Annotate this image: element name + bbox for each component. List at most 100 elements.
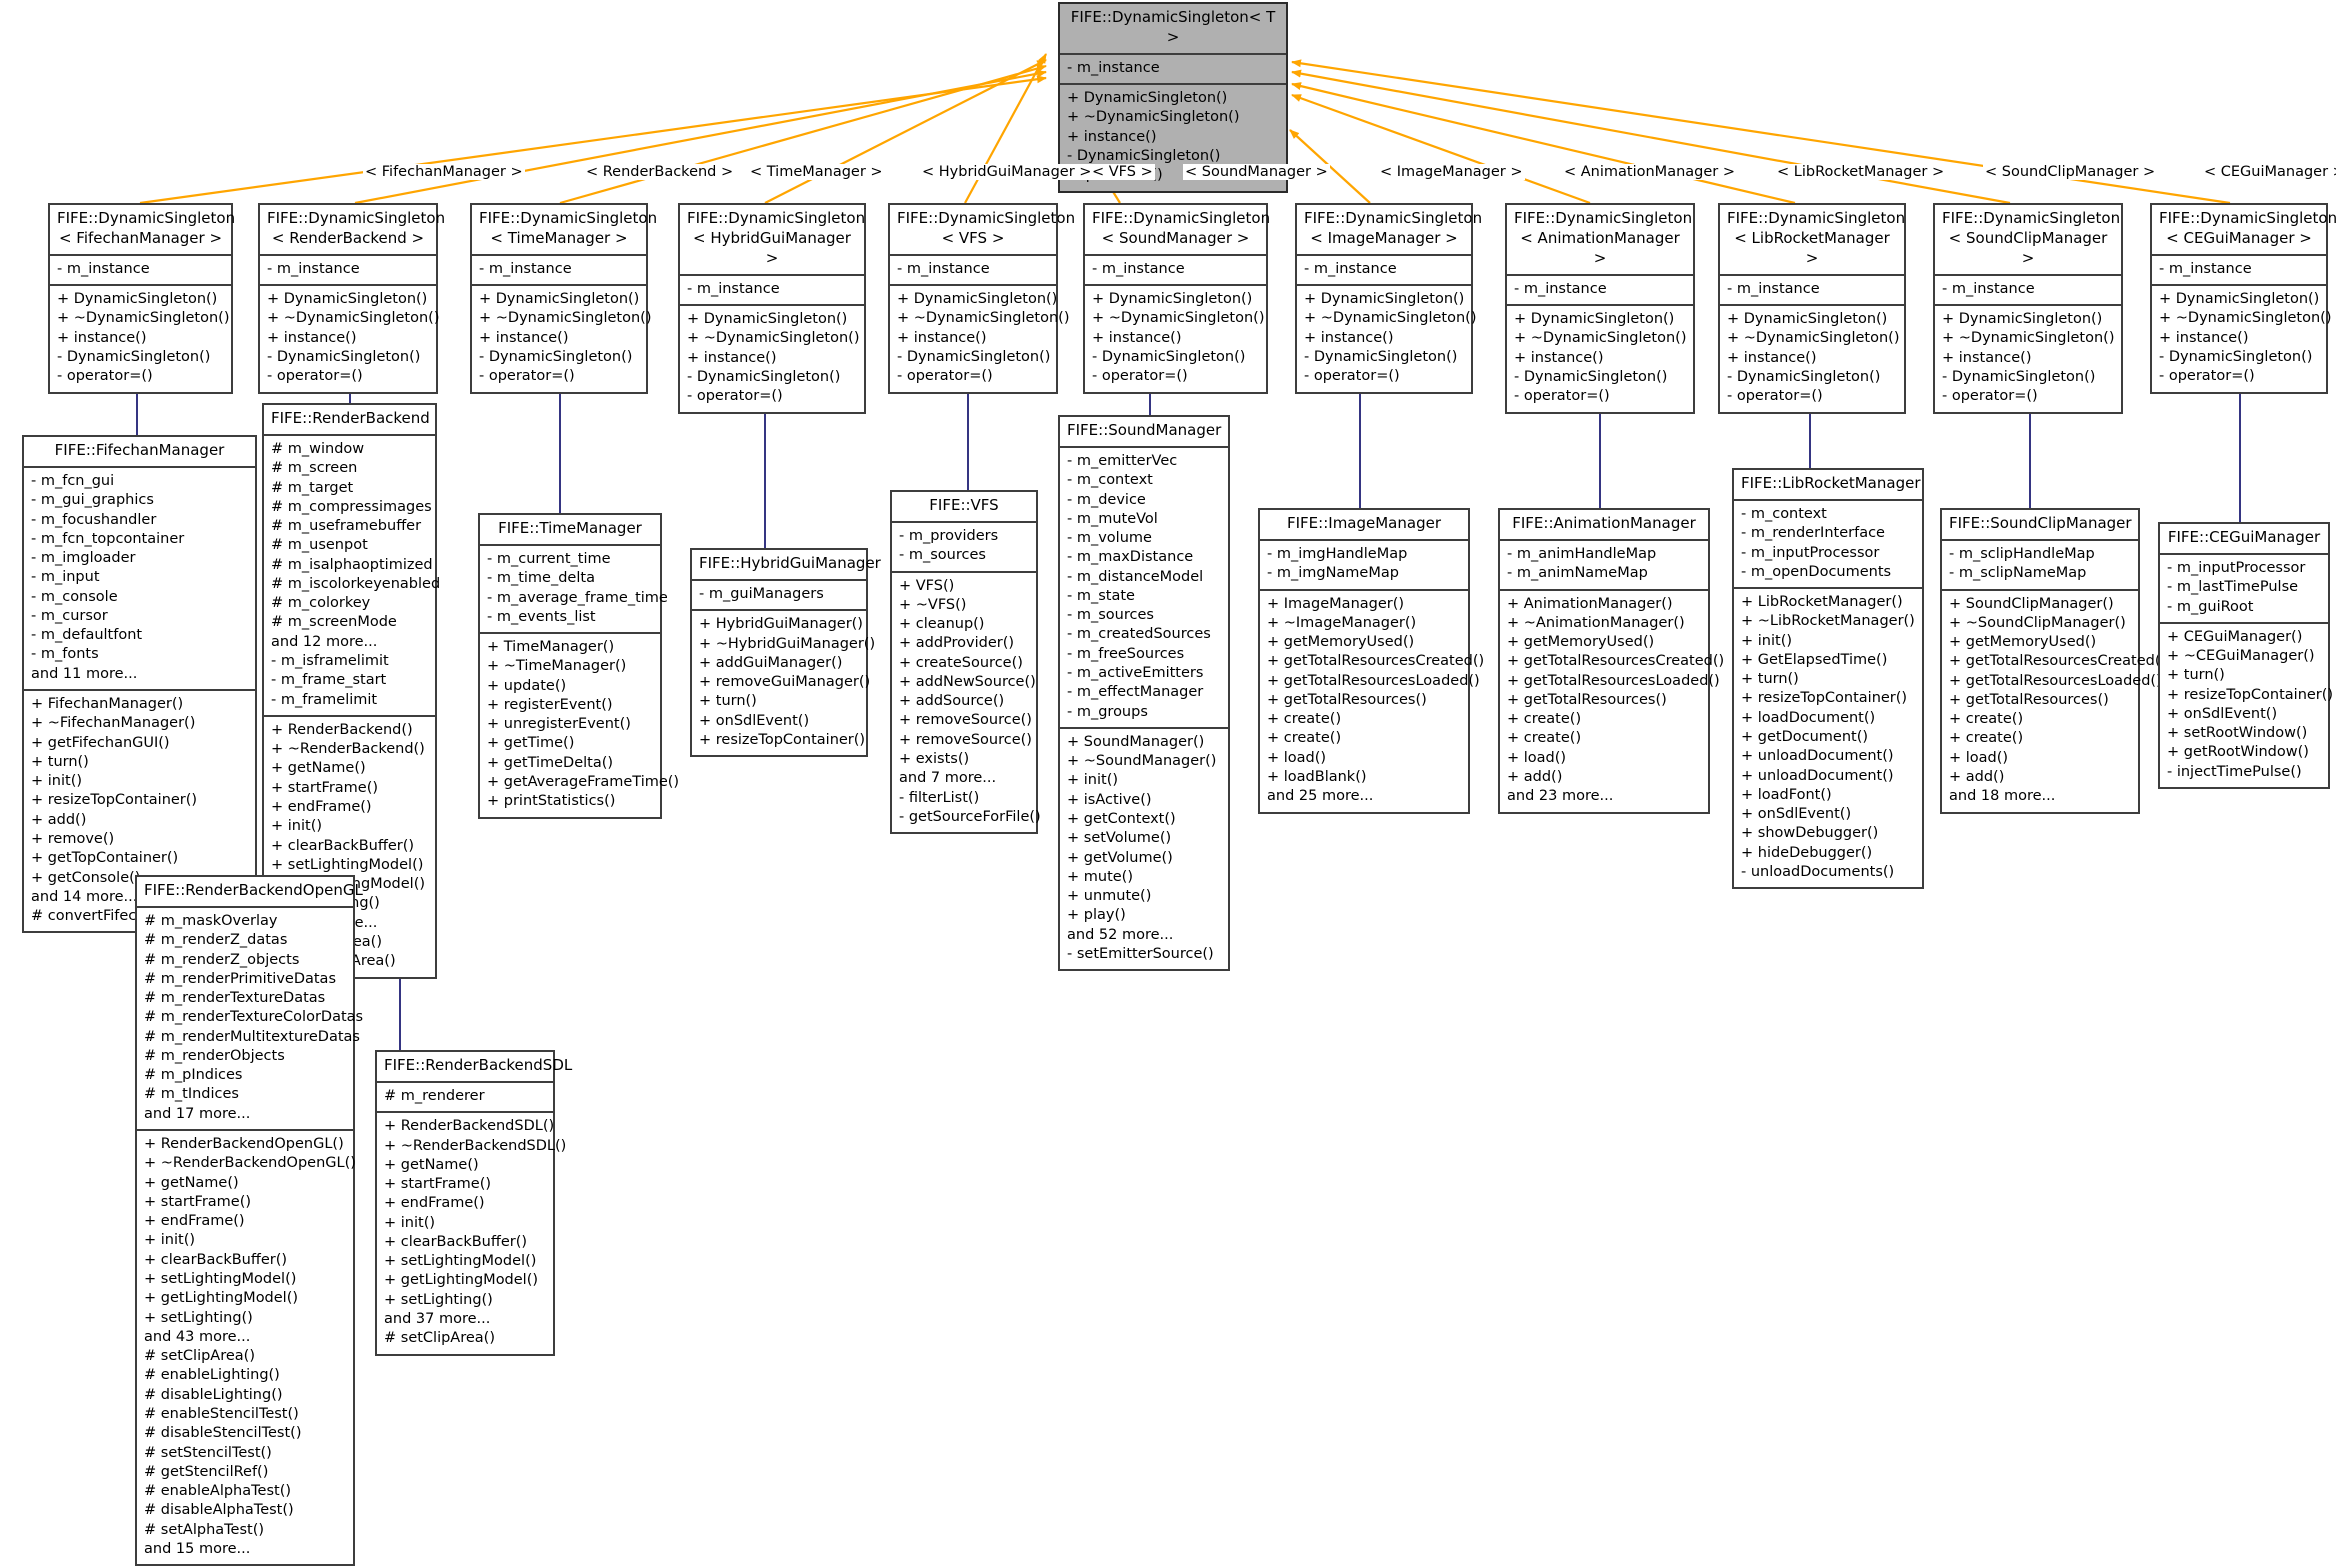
method-more: and 43 more...: [144, 1328, 251, 1345]
template-param-label-soundmanager: < SoundManager >: [1183, 164, 1330, 180]
method: - filterList(): [899, 789, 980, 806]
class-node-imagemanager[interactable]: FIFE::ImageManager - m_imgHandleMap - m_…: [1258, 508, 1484, 814]
class-attributes: - m_instance: [260, 256, 436, 284]
class-node-soundclipmanager[interactable]: FIFE::SoundClipManager - m_sclipHandleMa…: [1940, 508, 2166, 814]
method: + add(): [1507, 769, 1563, 786]
class-attributes: - m_fcn_gui - m_gui_graphics - m_focusha…: [24, 468, 255, 689]
method: + ~DynamicSingleton(): [1067, 109, 1240, 126]
method: - getSourceForFile(): [899, 808, 1041, 825]
class-node-soundmanager[interactable]: FIFE::SoundManager - m_emitterVec - m_co…: [1058, 415, 1230, 972]
class-node-dynamicsingleton-timemanager[interactable]: FIFE::DynamicSingleton < TimeManager > -…: [470, 203, 657, 394]
attribute: - m_instance: [1067, 59, 1160, 76]
method: + DynamicSingleton(): [57, 291, 218, 308]
class-node-dynamicsingleton-soundclipmanager[interactable]: FIFE::DynamicSingleton < SoundClipManage…: [1933, 203, 2123, 414]
class-node-dynamicsingleton-hybridguimanager[interactable]: FIFE::DynamicSingleton < HybridGuiManage…: [678, 203, 866, 414]
class-node-ceguimanager[interactable]: FIFE::CEGuiManager - m_inputProcessor - …: [2158, 522, 2334, 790]
method: + getMemoryUsed(): [1949, 634, 2097, 651]
method-more: and 23 more...: [1507, 788, 1614, 805]
method: + ~DynamicSingleton(): [1727, 330, 1900, 347]
class-methods: + DynamicSingleton() + ~DynamicSingleton…: [1507, 306, 1693, 411]
attribute: # m_usenpot: [271, 537, 368, 554]
class-node-animationmanager[interactable]: FIFE::AnimationManager - m_animHandleMap…: [1498, 508, 1724, 814]
attribute: - m_device: [1067, 491, 1146, 508]
method: + exists(): [899, 751, 970, 768]
class-node-dynamicsingleton-vfs[interactable]: FIFE::DynamicSingleton < VFS > - m_insta…: [888, 203, 1075, 394]
class-node-hybridguimanager[interactable]: FIFE::HybridGuiManager - m_guiManagers +…: [690, 548, 881, 758]
method: + unregisterEvent(): [487, 716, 631, 733]
class-node-dynamicsingleton-renderbackend[interactable]: FIFE::DynamicSingleton < RenderBackend >…: [258, 203, 445, 394]
method: + VFS(): [899, 577, 955, 594]
method-more: and 15 more...: [144, 1540, 251, 1557]
method: + DynamicSingleton(): [2159, 291, 2320, 308]
attribute: - m_animNameMap: [1507, 565, 1648, 582]
method: + create(): [1507, 730, 1582, 747]
template-param-label-ceguimanager: < CEGuiManager >: [2202, 164, 2336, 180]
class-attributes: - m_instance: [680, 276, 864, 304]
class-node-timemanager[interactable]: FIFE::TimeManager - m_current_time - m_t…: [478, 513, 679, 819]
method: + onSdlEvent(): [1741, 806, 1852, 823]
attribute: - m_distanceModel: [1067, 568, 1204, 585]
attribute: - m_maxDistance: [1067, 549, 1194, 566]
class-node-librocketmanager[interactable]: FIFE::LibRocketManager - m_context - m_r…: [1732, 468, 1924, 890]
class-attributes: - m_emitterVec - m_context - m_device - …: [1060, 448, 1228, 727]
class-node-dynamicsingleton-librocketmanager[interactable]: FIFE::DynamicSingleton < LibRocketManage…: [1718, 203, 1906, 414]
class-node-dynamicsingleton-ceguimanager[interactable]: FIFE::DynamicSingleton < CEGuiManager > …: [2150, 203, 2336, 394]
class-node-renderbackendsdl[interactable]: FIFE::RenderBackendSDL # m_renderer + Re…: [375, 1050, 572, 1356]
method: + resizeTopContainer(): [2167, 686, 2334, 703]
class-node-dynamicsingleton-fifechanmanager[interactable]: FIFE::DynamicSingleton < FifechanManager…: [48, 203, 235, 394]
class-methods: + DynamicSingleton() + ~DynamicSingleton…: [1935, 306, 2121, 411]
method: + unloadDocument(): [1741, 767, 1894, 784]
method-more: and 25 more...: [1267, 788, 1374, 805]
class-attributes: - m_instance: [2152, 256, 2326, 284]
method: + instance(): [1727, 349, 1817, 366]
method: # disableLighting(): [144, 1386, 283, 1403]
class-attributes: - m_instance: [1085, 256, 1266, 284]
template-param-label-timemanager: < TimeManager >: [748, 164, 885, 180]
attribute: - m_focushandler: [31, 511, 157, 528]
method: + endFrame(): [271, 799, 372, 815]
method: + FifechanManager(): [31, 696, 184, 713]
attribute: # m_isalphaoptimized: [271, 556, 433, 573]
method: + DynamicSingleton(): [687, 311, 848, 328]
method: + setLightingModel(): [144, 1271, 297, 1287]
method: + addProvider(): [899, 635, 1015, 652]
class-title: FIFE::SoundClipManager: [1949, 514, 2132, 532]
method-more: and 52 more...: [1067, 926, 1174, 943]
class-node-renderbackendopengl[interactable]: FIFE::RenderBackendOpenGL # m_maskOverla…: [135, 875, 363, 1566]
method: + unmute(): [1067, 888, 1152, 905]
method: + DynamicSingleton(): [267, 291, 428, 308]
attribute: - m_fonts: [31, 646, 99, 663]
method: + GetElapsedTime(): [1741, 651, 1888, 668]
method: + setLightingModel(): [384, 1253, 537, 1270]
method: - operator=(): [57, 368, 153, 385]
method: # setClipArea(): [144, 1348, 255, 1365]
method: + ~DynamicSingleton(): [57, 310, 230, 327]
attribute: # m_screenMode: [271, 614, 397, 631]
method: + instance(): [267, 329, 357, 346]
class-title: FIFE::ImageManager: [1287, 514, 1441, 532]
class-methods: + DynamicSingleton() + ~DynamicSingleton…: [1085, 286, 1266, 391]
method: + clearBackBuffer(): [144, 1251, 288, 1268]
attribute: - m_events_list: [487, 608, 596, 625]
method: + DynamicSingleton(): [1514, 311, 1675, 328]
method: + init(): [271, 818, 323, 835]
attribute: - m_sclipHandleMap: [1949, 545, 2095, 562]
class-node-vfs[interactable]: FIFE::VFS - m_providers - m_sources + VF…: [890, 490, 1041, 835]
class-node-dynamicsingleton-soundmanager[interactable]: FIFE::DynamicSingleton < SoundManager > …: [1083, 203, 1270, 394]
method: + instance(): [1092, 329, 1182, 346]
class-methods: + DynamicSingleton() + ~DynamicSingleton…: [50, 286, 231, 391]
method: - operator=(): [687, 388, 783, 405]
attribute-more: and 11 more...: [31, 665, 138, 682]
method: - operator=(): [1304, 368, 1400, 385]
method: + getMemoryUsed(): [1507, 634, 1655, 651]
method: + instance(): [57, 329, 147, 346]
class-attributes: - m_context - m_renderInterface - m_inpu…: [1734, 501, 1922, 587]
class-attributes: - m_imgHandleMap - m_imgNameMap: [1260, 541, 1468, 589]
attribute: # m_renderZ_objects: [144, 951, 300, 968]
method: - operator=(): [479, 368, 575, 385]
class-node-dynamicsingleton-animationmanager[interactable]: FIFE::DynamicSingleton < AnimationManage…: [1505, 203, 1695, 414]
attribute: - m_sources: [899, 547, 986, 564]
method: + getTimeDelta(): [487, 754, 614, 771]
class-node-dynamicsingleton-imagemanager[interactable]: FIFE::DynamicSingleton < ImageManager > …: [1295, 203, 1482, 394]
class-node-fifechanmanager[interactable]: FIFE::FifechanManager - m_fcn_gui - m_gu…: [22, 435, 268, 934]
